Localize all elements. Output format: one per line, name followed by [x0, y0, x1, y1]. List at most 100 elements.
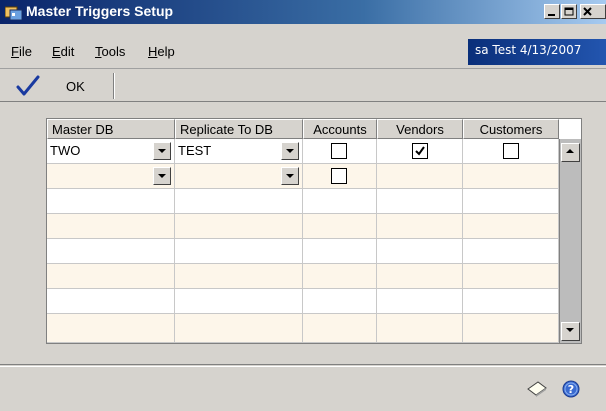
customers-cell: [463, 264, 559, 289]
table-row[interactable]: [47, 189, 559, 214]
column-header-vendors[interactable]: Vendors: [377, 119, 463, 139]
chevron-down-icon: [158, 174, 166, 178]
vendors-checkbox[interactable]: [412, 143, 428, 159]
chevron-down-icon: [566, 328, 574, 332]
menu-tools[interactable]: Tools: [95, 44, 125, 59]
window-app-icon: [5, 6, 22, 20]
status-bar: ?: [0, 364, 606, 411]
master-db-cell[interactable]: [47, 314, 175, 343]
customers-cell: [463, 164, 559, 189]
menu-tools-label: ools: [101, 44, 126, 59]
replicate-to-db-cell[interactable]: [175, 214, 303, 239]
title-bar[interactable]: Master Triggers Setup: [0, 0, 606, 24]
help-icon[interactable]: ?: [561, 379, 581, 399]
accounts-cell: [303, 164, 377, 189]
menu-help-mnemonic: H: [148, 44, 158, 59]
customers-checkbox[interactable]: [503, 143, 519, 159]
replicate-to-db-cell[interactable]: [175, 289, 303, 314]
close-icon: [583, 7, 592, 16]
replicate-to-db-value: TEST: [178, 143, 212, 158]
menu-help-label: elp: [157, 44, 175, 59]
master-db-dropdown-button[interactable]: [153, 167, 171, 185]
minimize-button[interactable]: [544, 4, 560, 19]
note-icon[interactable]: [525, 380, 549, 398]
vendors-cell: [377, 189, 463, 214]
table-row[interactable]: [47, 239, 559, 264]
replicate-to-db-cell[interactable]: [175, 189, 303, 214]
customers-cell: [463, 214, 559, 239]
main-content: Master DB Replicate To DB Accounts Vendo…: [0, 102, 606, 364]
master-db-value: TWO: [50, 143, 81, 158]
menu-edit[interactable]: Edit: [52, 44, 74, 59]
close-button[interactable]: [580, 4, 606, 19]
master-db-cell[interactable]: [47, 289, 175, 314]
column-header-customers[interactable]: Customers: [463, 119, 559, 139]
session-info-panel: sa Test 4/13/2007: [468, 39, 606, 65]
svg-text:?: ?: [568, 383, 574, 396]
replicate-to-db-cell[interactable]: TEST: [175, 139, 303, 164]
ok-button[interactable]: OK: [10, 73, 110, 99]
status-bar-inner: ?: [0, 366, 606, 411]
customers-cell: [463, 239, 559, 264]
minimize-icon: [548, 14, 555, 16]
customers-cell: [463, 289, 559, 314]
menu-edit-label: dit: [60, 44, 75, 59]
vendors-cell: [377, 164, 463, 189]
replicate-to-db-cell[interactable]: [175, 264, 303, 289]
session-info-text: sa Test 4/13/2007: [475, 43, 582, 57]
accounts-cell: [303, 139, 377, 164]
ok-button-label: OK: [66, 79, 85, 94]
menu-edit-mnemonic: E: [52, 44, 61, 59]
maximize-icon: [564, 7, 574, 16]
master-db-dropdown-button[interactable]: [153, 142, 171, 160]
master-db-cell[interactable]: TWO: [47, 139, 175, 164]
menu-file[interactable]: File: [11, 44, 32, 59]
replicate-to-db-dropdown-button[interactable]: [281, 142, 299, 160]
customers-cell: [463, 189, 559, 214]
master-db-cell[interactable]: [47, 264, 175, 289]
table-row[interactable]: TWO TEST: [47, 139, 559, 164]
toolbar: OK: [0, 68, 606, 102]
vendors-cell: [377, 214, 463, 239]
column-header-replicate-to-db[interactable]: Replicate To DB: [175, 119, 303, 139]
maximize-button[interactable]: [561, 4, 577, 19]
accounts-cell: [303, 239, 377, 264]
table-row[interactable]: [47, 264, 559, 289]
window-title: Master Triggers Setup: [26, 3, 174, 19]
toolbar-separator: [113, 73, 115, 99]
grid-vertical-scrollbar[interactable]: [559, 139, 581, 343]
accounts-cell: [303, 189, 377, 214]
master-db-cell[interactable]: [47, 164, 175, 189]
vendors-cell: [377, 289, 463, 314]
replicate-to-db-cell[interactable]: [175, 314, 303, 343]
menu-file-label: ile: [18, 44, 32, 59]
table-row[interactable]: [47, 164, 559, 189]
chevron-down-icon: [286, 174, 294, 178]
replicate-to-db-cell[interactable]: [175, 239, 303, 264]
customers-cell: [463, 314, 559, 343]
table-row[interactable]: [47, 314, 559, 343]
accounts-cell: [303, 289, 377, 314]
vendors-cell: [377, 239, 463, 264]
scroll-down-button[interactable]: [561, 322, 580, 341]
master-db-cell[interactable]: [47, 214, 175, 239]
replicate-to-db-dropdown-button[interactable]: [281, 167, 299, 185]
accounts-cell: [303, 264, 377, 289]
menu-help[interactable]: Help: [148, 44, 175, 59]
accounts-checkbox[interactable]: [331, 143, 347, 159]
master-db-cell[interactable]: [47, 189, 175, 214]
chevron-down-icon: [158, 149, 166, 153]
column-header-accounts[interactable]: Accounts: [303, 119, 377, 139]
scroll-up-button[interactable]: [561, 143, 580, 162]
accounts-checkbox[interactable]: [331, 168, 347, 184]
master-triggers-grid: Master DB Replicate To DB Accounts Vendo…: [46, 118, 582, 344]
vendors-cell: [377, 264, 463, 289]
accounts-cell: [303, 214, 377, 239]
replicate-to-db-cell[interactable]: [175, 164, 303, 189]
master-db-cell[interactable]: [47, 239, 175, 264]
table-row[interactable]: [47, 214, 559, 239]
vendors-cell: [377, 139, 463, 164]
table-row[interactable]: [47, 289, 559, 314]
column-header-master-db[interactable]: Master DB: [47, 119, 175, 139]
vendors-cell: [377, 314, 463, 343]
